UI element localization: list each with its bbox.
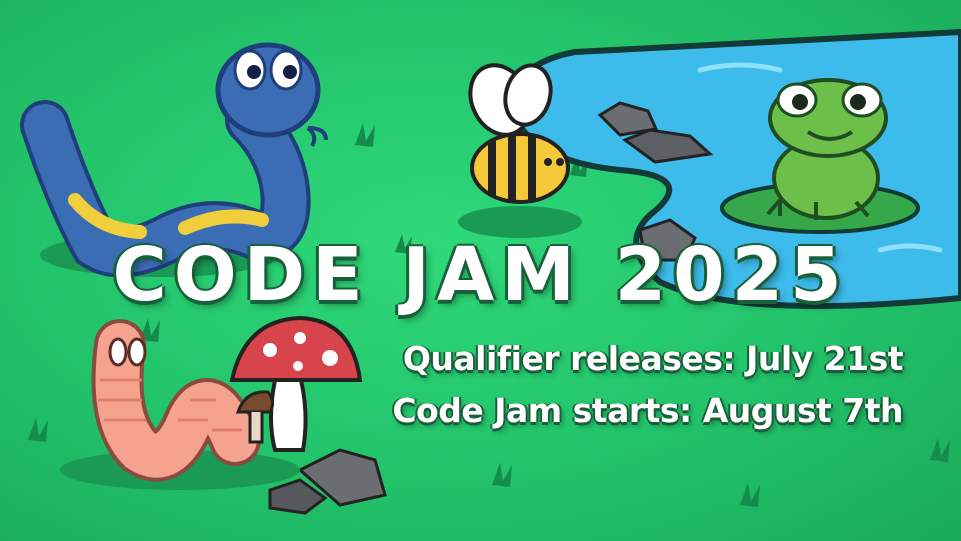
code-jam-start-date: Code Jam starts: August 7th (392, 391, 903, 430)
event-dates: Qualifier releases: July 21st Code Jam s… (392, 333, 903, 437)
event-title: CODE JAM 2025 (112, 232, 849, 318)
snake-icon (20, 42, 328, 278)
mushroom-icon (229, 315, 363, 452)
qualifier-release-date: Qualifier releases: July 21st (402, 339, 904, 378)
code-jam-banner: CODE JAM 2025 Qualifier releases: July 2… (0, 0, 961, 541)
worm-icon (91, 319, 261, 482)
